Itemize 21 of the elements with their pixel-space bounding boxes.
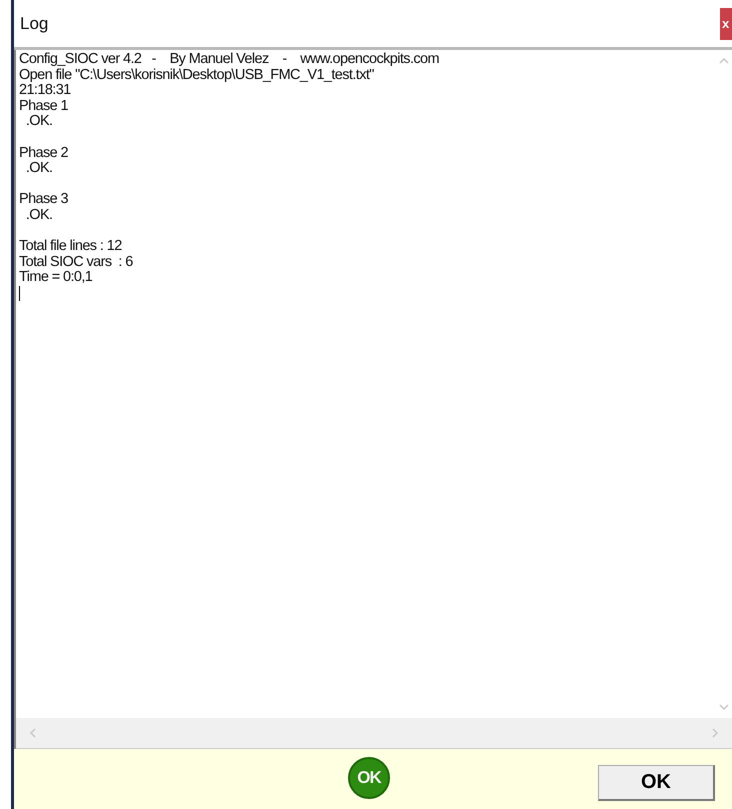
ok-status-badge: OK bbox=[348, 757, 390, 799]
log-line: Total SIOC vars : 6 bbox=[19, 254, 134, 270]
log-line: Phase 1 bbox=[19, 98, 70, 114]
scroll-right-icon[interactable] bbox=[710, 728, 720, 738]
window-title: Log bbox=[20, 14, 48, 34]
scroll-down-icon[interactable] bbox=[718, 702, 728, 712]
scroll-left-icon[interactable] bbox=[28, 728, 38, 738]
close-button[interactable]: x bbox=[720, 8, 732, 40]
log-line: 21:18:31 bbox=[19, 83, 72, 99]
log-line: .OK. bbox=[24, 208, 54, 224]
log-line: Phase 2 bbox=[19, 146, 70, 162]
log-line: Total file lines : 12 bbox=[19, 239, 123, 255]
log-line: Phase 3 bbox=[19, 192, 70, 208]
log-line: Config_SIOC ver 4.2 - By Manuel Velez - www.opencockpits.com bbox=[19, 52, 440, 68]
log-line: .OK. bbox=[24, 114, 54, 130]
log-line: Time = 0:0,1 bbox=[19, 270, 94, 286]
text-cursor bbox=[19, 286, 20, 301]
log-line: Open file "C:\Users\korisnik\Desktop\USB_FMC_V1_test.txt" bbox=[19, 68, 375, 84]
ok-button[interactable]: OK bbox=[598, 765, 715, 801]
scroll-up-icon[interactable] bbox=[718, 56, 728, 66]
log-line: .OK. bbox=[24, 161, 54, 177]
